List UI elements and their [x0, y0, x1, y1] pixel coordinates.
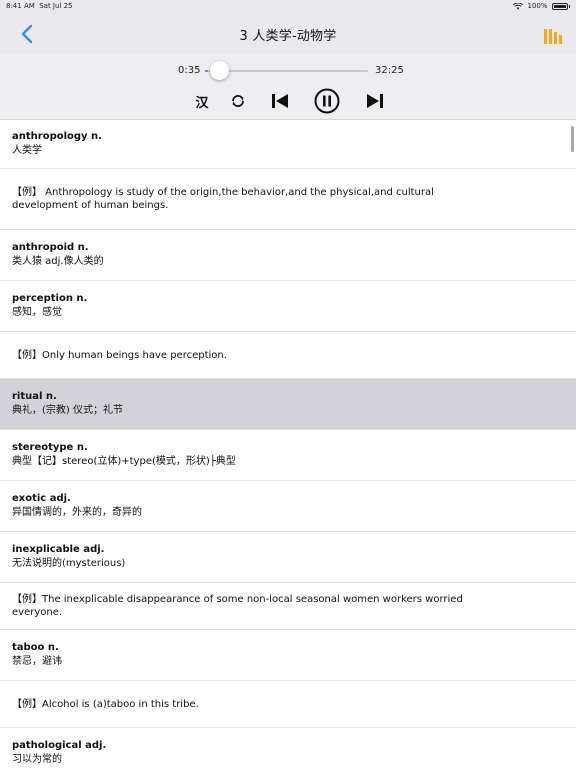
word-row[interactable]: inexplicable adj. 无法说明的(mysterious) [0, 532, 576, 583]
word-meaning: 无法说明的(mysterious) [12, 558, 126, 569]
progress-thumb[interactable] [210, 61, 230, 80]
word-row[interactable]: pathological adj. 习以为常的 [0, 728, 576, 768]
word-term: ritual n. [12, 391, 57, 402]
word-meaning: 类人猿 adj.像人类的 [12, 256, 104, 267]
repeat-icon [232, 95, 244, 107]
playlist-button[interactable] [544, 26, 562, 44]
progress-slider[interactable] [205, 70, 368, 72]
word-term: exotic adj. [12, 493, 71, 504]
example-text: 【例】The inexplicable disappearance of som… [12, 594, 463, 618]
word-meaning: 感知，感觉 [12, 307, 62, 318]
nav-bar: 3 人类学-动物学 [0, 12, 576, 54]
word-meaning: 典礼，(宗教) 仪式；礼节 [12, 405, 123, 416]
example-row[interactable]: 【例】Alcohol is (a)taboo in this tribe. [0, 681, 576, 728]
word-row[interactable]: exotic adj. 异国情调的，外来的，奇异的 [0, 481, 576, 532]
status-time-date: 8:41 AM Sat Jul 25 [6, 2, 73, 10]
current-time: 0:35 [178, 65, 201, 76]
word-meaning: 人类学 [12, 145, 42, 156]
example-text: 【例】 Anthropology is study of the origin,… [12, 187, 434, 211]
example-text: 【例】Alcohol is (a)taboo in this tribe. [12, 698, 199, 710]
pause-button[interactable] [314, 88, 340, 114]
status-time: 8:41 AM [6, 2, 35, 10]
battery-icon [551, 2, 568, 10]
wifi-icon [513, 2, 524, 10]
word-term: taboo n. [12, 642, 59, 653]
total-time: 32:25 [375, 65, 404, 76]
word-row[interactable]: taboo n. 禁忌，避讳 [0, 630, 576, 681]
word-row[interactable]: anthropology n. 人类学 [0, 120, 576, 169]
example-text: 【例】Only human beings have perception. [12, 349, 227, 361]
status-right: 100% [513, 2, 570, 10]
skip-next-icon [367, 94, 383, 108]
word-term: perception n. [12, 293, 88, 304]
progress-fill [205, 70, 208, 72]
word-meaning: 典型【记】stereo(立体)+type(模式，形状)├典型 [12, 456, 236, 467]
word-term: stereotype n. [12, 442, 88, 453]
pause-icon [314, 88, 340, 114]
language-toggle-button[interactable]: 汉 [193, 90, 211, 112]
example-row[interactable]: 【例】The inexplicable disappearance of som… [0, 583, 576, 630]
skip-previous-icon [272, 94, 288, 108]
battery-tip-icon [568, 4, 570, 8]
word-row[interactable]: ritual n. 典礼，(宗教) 仪式；礼节 [0, 379, 576, 430]
scroll-indicator [571, 126, 574, 152]
word-term: pathological adj. [12, 740, 107, 751]
example-row[interactable]: 【例】Only human beings have perception. [0, 332, 576, 379]
word-row[interactable]: stereotype n. 典型【记】stereo(立体)+type(模式，形状)… [0, 430, 576, 481]
audio-player: 0:35 32:25 汉 [0, 54, 576, 120]
next-button[interactable] [366, 90, 384, 112]
word-term: anthropoid n. [12, 242, 89, 253]
word-meaning: 习以为常的 [12, 754, 62, 765]
word-row[interactable]: perception n. 感知，感觉 [0, 281, 576, 332]
page-title: 3 人类学-动物学 [239, 29, 337, 44]
word-meaning: 禁忌，避讳 [12, 656, 62, 667]
word-term: anthropology n. [12, 131, 102, 142]
previous-button[interactable] [271, 90, 289, 112]
example-row[interactable]: 【例】 Anthropology is study of the origin,… [0, 169, 576, 230]
status-date: Sat Jul 25 [39, 2, 73, 10]
status-bar: 8:41 AM Sat Jul 25 100% [0, 0, 576, 12]
word-meaning: 异国情调的，外来的，奇异的 [12, 507, 142, 518]
word-term: inexplicable adj. [12, 544, 105, 555]
bars-icon [544, 29, 562, 44]
word-row[interactable]: anthropoid n. 类人猿 adj.像人类的 [0, 230, 576, 281]
repeat-button[interactable] [230, 90, 246, 112]
battery-percent: 100% [527, 2, 548, 10]
word-list[interactable]: anthropology n. 人类学【例】 Anthropology is st… [0, 120, 576, 768]
